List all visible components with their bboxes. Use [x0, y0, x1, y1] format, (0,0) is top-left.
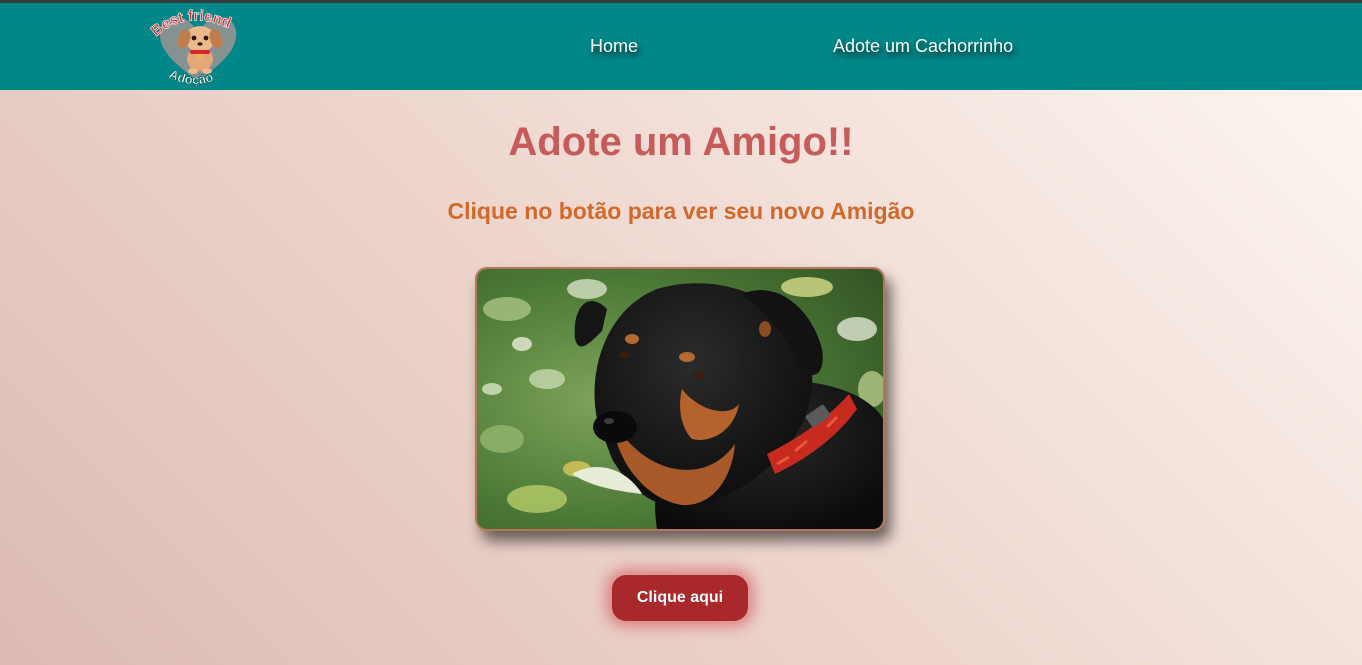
- nav-link-adopt-puppy[interactable]: Adote um Cachorrinho: [833, 36, 1013, 57]
- show-dog-button[interactable]: Clique aqui: [612, 575, 748, 621]
- best-friend-logo[interactable]: Best friend Adoção: [147, 7, 246, 91]
- puppy-heart-logo-icon: Best friend Adoção: [147, 7, 237, 87]
- page-title: Adote um Amigo!!: [508, 120, 854, 164]
- nav-link-home[interactable]: Home: [590, 36, 638, 57]
- dog-photo-icon: [477, 269, 883, 529]
- page-subtitle: Clique no botão para ver seu novo Amigão: [447, 198, 915, 224]
- top-navigation-bar: Best friend Adoção Home Adote um Cachorr…: [0, 0, 1362, 90]
- dog-photo: [475, 267, 885, 531]
